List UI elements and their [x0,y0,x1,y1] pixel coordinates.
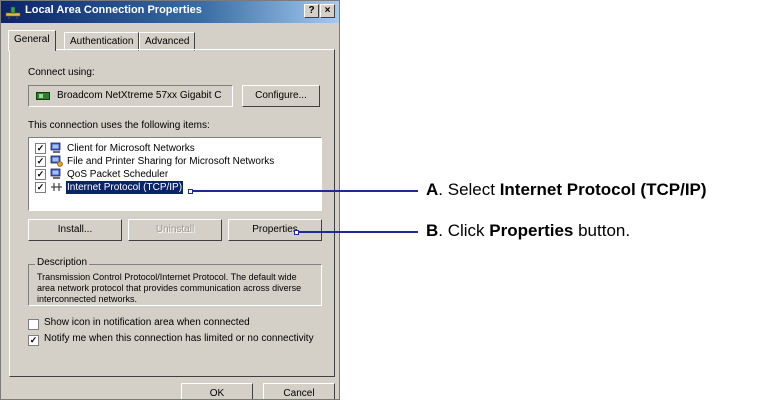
annotation-b-tail: button. [573,221,631,240]
annotation-a-target: Internet Protocol (TCP/IP) [499,180,707,199]
network-connection-icon [5,6,21,19]
configure-button[interactable]: Configure... [242,85,320,107]
title-bar[interactable]: Local Area Connection Properties ? × [1,1,339,23]
annotation-a: A. Select Internet Protocol (TCP/IP) [426,180,707,200]
network-client-icon [50,142,61,153]
annotation-b-target: Properties [489,221,574,240]
adapter-field: Broadcom NetXtreme 57xx Gigabit C [28,85,233,107]
network-adapter-icon [36,92,50,100]
notify-checkbox[interactable]: ✓ [28,335,39,346]
show-icon-label: Show icon in notification area when conn… [44,317,250,328]
file-printer-sharing-icon [50,155,63,167]
description-title: Description [35,257,90,268]
close-button[interactable]: × [320,4,335,18]
annotation-a-text: . Select [438,180,500,199]
connect-using-label: Connect using: [28,67,95,78]
item-checkbox[interactable]: ✓ [35,156,46,167]
callout-b-line [299,231,418,233]
annotation-b-letter: B [426,221,439,240]
ok-button[interactable]: OK [181,383,253,399]
properties-dialog: Local Area Connection Properties ? × Gen… [0,0,340,400]
adapter-name: Broadcom NetXtreme 57xx Gigabit C [57,90,222,101]
notify-label: Notify me when this connection has limit… [44,333,314,344]
qos-scheduler-icon [50,168,61,179]
item-checkbox[interactable]: ✓ [35,143,46,154]
tab-general[interactable]: General [8,30,56,51]
item-label: Internet Protocol (TCP/IP) [64,180,185,195]
install-button[interactable]: Install... [28,219,122,241]
window-title: Local Area Connection Properties [25,4,202,16]
properties-button[interactable]: Properties [228,219,322,241]
annotation-b: B. Click Properties button. [426,221,630,241]
items-label: This connection uses the following items… [28,120,210,131]
show-icon-checkbox[interactable] [28,319,39,330]
help-button[interactable]: ? [304,4,319,18]
item-checkbox[interactable]: ✓ [35,169,46,180]
description-text: Transmission Control Protocol/Internet P… [37,272,302,304]
uninstall-button: Uninstall [128,219,222,241]
item-label: Client for Microsoft Networks [67,143,195,154]
callout-a-line [193,190,418,192]
item-checkbox[interactable]: ✓ [35,182,46,193]
item-label: File and Printer Sharing for Microsoft N… [67,156,275,167]
item-label: QoS Packet Scheduler [67,169,169,180]
protocol-icon [51,183,62,191]
annotation-a-letter: A [426,180,439,199]
connection-items-list[interactable]: ✓ Client for Microsoft Networks ✓ File a… [28,137,322,211]
cancel-button[interactable]: Cancel [263,383,335,399]
annotation-b-text: . Click [438,221,490,240]
